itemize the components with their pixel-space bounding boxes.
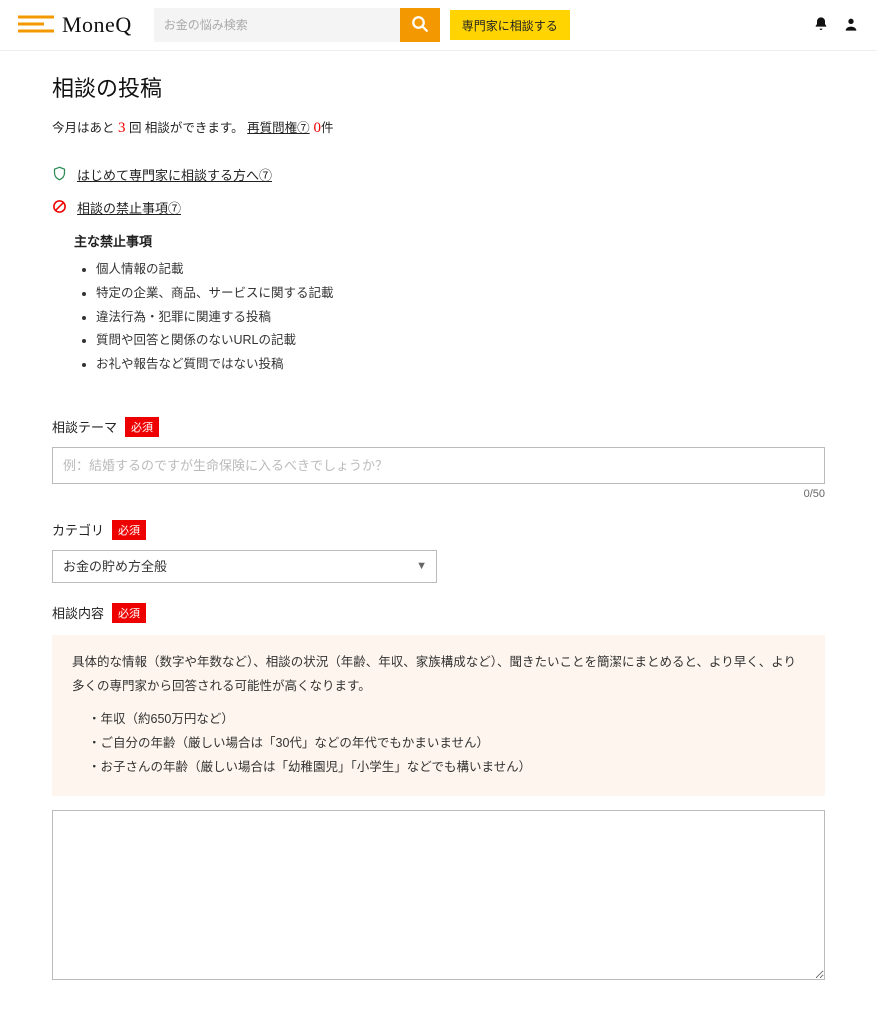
logo-icon [18, 14, 54, 37]
requestion-unit: 件 [321, 121, 334, 135]
hint-item: ・年収（約650万円など） [88, 708, 805, 732]
theme-counter: 0/50 [52, 488, 825, 500]
theme-input[interactable] [52, 447, 825, 484]
header-right [813, 16, 859, 35]
category-label-row: カテゴリ 必須 [52, 520, 825, 540]
ban-icon [52, 199, 67, 217]
required-badge: 必須 [112, 520, 146, 540]
search-input[interactable] [154, 8, 400, 42]
required-badge: 必須 [125, 417, 159, 437]
content-label-row: 相談内容 必須 [52, 603, 825, 623]
consult-expert-button[interactable]: 専門家に相談する [450, 10, 570, 40]
category-label: カテゴリ [52, 520, 104, 539]
main-content: 相談の投稿 今月はあと 3 回 相談ができます。 再質問権⑦ 0件 はじめて専門… [0, 51, 877, 1023]
list-item: 個人情報の記載 [96, 258, 825, 282]
shield-icon [52, 166, 67, 184]
header: MoneQ 専門家に相談する [0, 0, 877, 51]
list-item: お礼や報告など質問ではない投稿 [96, 353, 825, 377]
hint-intro: 具体的な情報（数字や年数など）、相談の状況（年齢、年収、家族構成など）、聞きたい… [72, 651, 805, 699]
hint-item: ・ご自分の年齢（厳しい場合は「30代」などの年代でもかまいません） [88, 732, 805, 756]
category-select-wrap: お金の貯め方全般 ▼ [52, 550, 437, 583]
search-form [154, 8, 440, 42]
list-item: 質問や回答と関係のないURLの記載 [96, 329, 825, 353]
search-button[interactable] [400, 8, 440, 42]
list-item: 違法行為・犯罪に関連する投稿 [96, 306, 825, 330]
category-select[interactable]: お金の貯め方全般 [52, 550, 437, 583]
bell-icon[interactable] [813, 16, 829, 35]
prohibited-list: 個人情報の記載 特定の企業、商品、サービスに関する記載 違法行為・犯罪に関連する… [96, 258, 825, 377]
theme-label: 相談テーマ [52, 417, 117, 436]
list-item: 特定の企業、商品、サービスに関する記載 [96, 282, 825, 306]
user-icon[interactable] [843, 16, 859, 35]
content-label: 相談内容 [52, 603, 104, 622]
hint-list: ・年収（約650万円など） ・ご自分の年齢（厳しい場合は「30代」などの年代でも… [88, 708, 805, 779]
first-time-row: はじめて専門家に相談する方へ⑦ [52, 165, 825, 184]
content-textarea[interactable] [52, 810, 825, 980]
brand-name: MoneQ [62, 12, 132, 38]
requestion-count: 0 [310, 120, 321, 136]
month-suffix: 回 相談ができます。 [125, 121, 243, 135]
page-title: 相談の投稿 [52, 71, 825, 103]
theme-label-row: 相談テーマ 必須 [52, 417, 825, 437]
first-time-link[interactable]: はじめて専門家に相談する方へ⑦ [77, 165, 272, 184]
required-badge: 必須 [112, 603, 146, 623]
search-icon [411, 15, 429, 36]
month-prefix: 今月はあと [52, 121, 118, 135]
prohibited-link[interactable]: 相談の禁止事項⑦ [77, 198, 181, 217]
prohibited-row: 相談の禁止事項⑦ [52, 198, 825, 217]
requestion-link[interactable]: 再質問権⑦ [247, 121, 310, 135]
hint-item: ・お子さんの年齢（厳しい場合は「幼稚園児」「小学生」などでも構いません） [88, 756, 805, 780]
prohibited-heading: 主な禁止事項 [74, 231, 825, 250]
logo[interactable]: MoneQ [18, 12, 132, 38]
content-hint-box: 具体的な情報（数字や年数など）、相談の状況（年齢、年収、家族構成など）、聞きたい… [52, 635, 825, 796]
remaining-consultations: 今月はあと 3 回 相談ができます。 再質問権⑦ 0件 [52, 117, 825, 137]
